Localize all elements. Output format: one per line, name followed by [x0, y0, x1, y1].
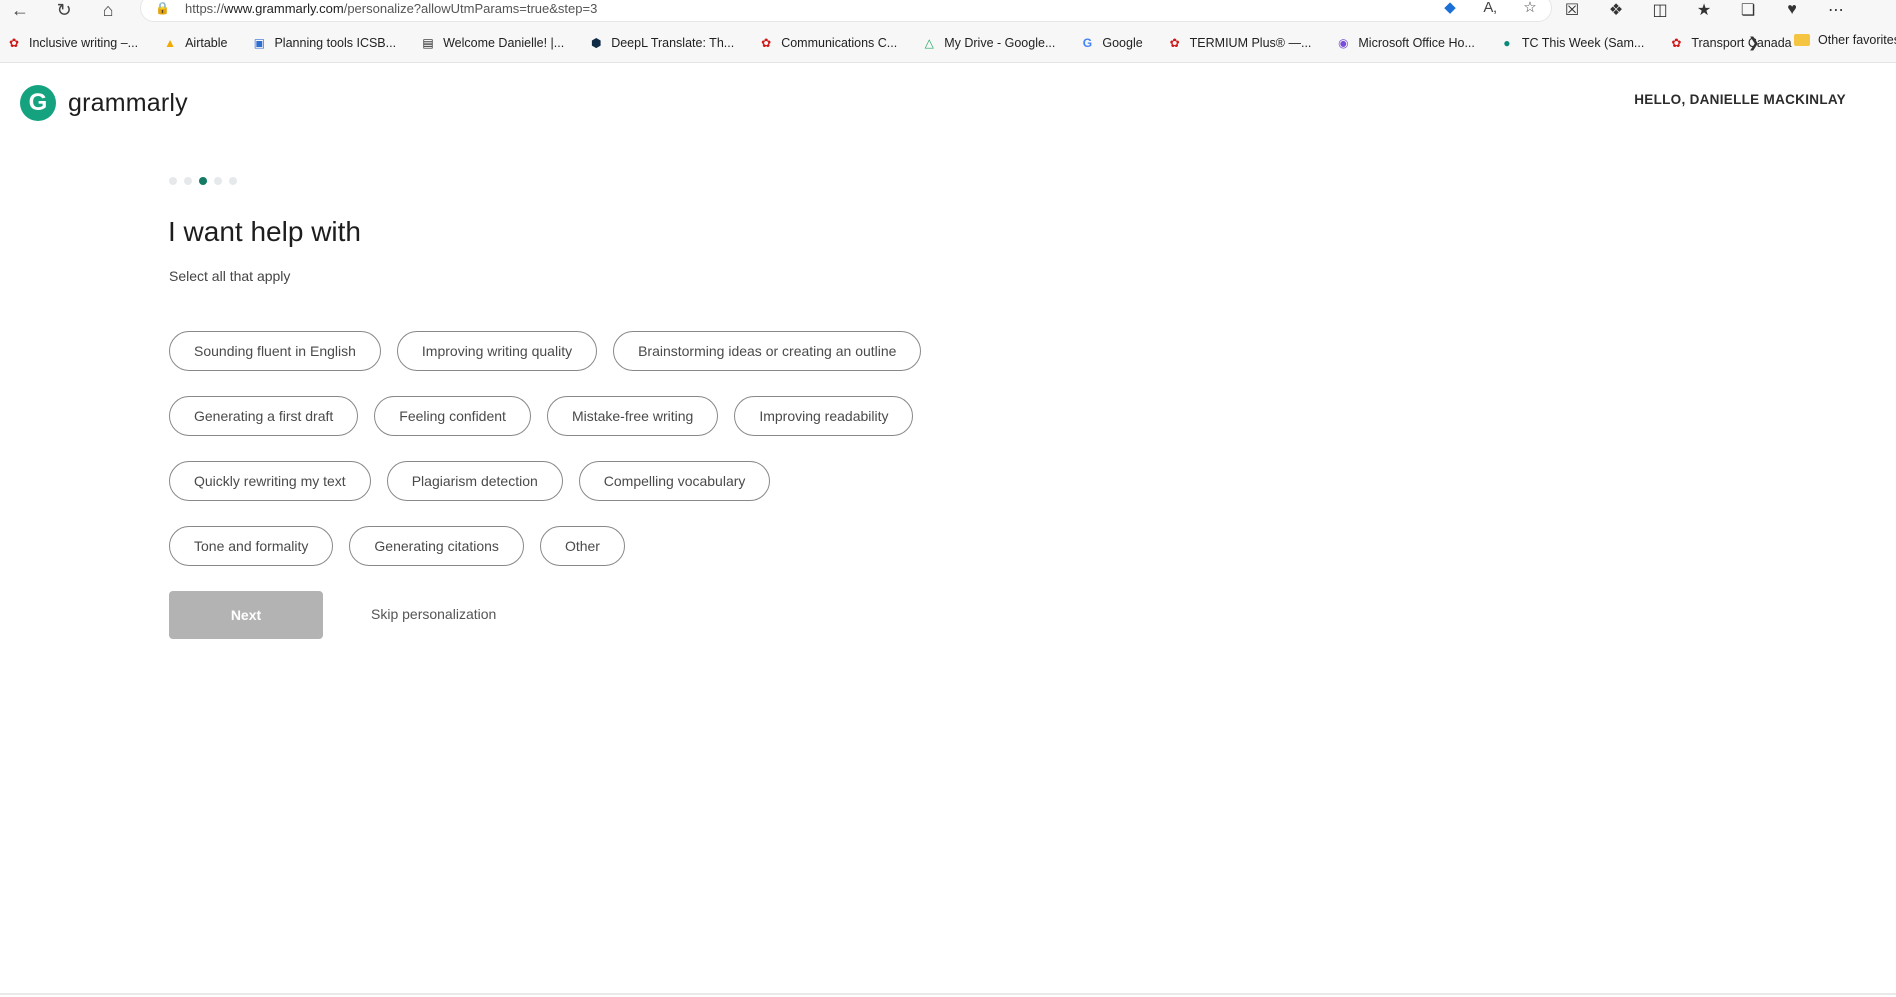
extension-x-icon[interactable]: ☒ — [1560, 0, 1584, 20]
options-row: Tone and formality Generating citations … — [169, 526, 969, 566]
sharepoint-icon: ● — [1503, 36, 1511, 50]
logo-text: grammarly — [68, 88, 188, 117]
bookmark-item[interactable]: ▤ Welcome Danielle! |... — [420, 35, 564, 51]
step-dot-current — [199, 177, 207, 185]
next-button[interactable]: Next — [169, 591, 323, 639]
option-chip[interactable]: Generating a first draft — [169, 396, 359, 436]
folder-icon — [1794, 34, 1810, 46]
lock-icon: 🔒 — [155, 1, 170, 15]
option-chip[interactable]: Mistake-free writing — [546, 396, 719, 436]
option-chip[interactable]: Feeling confident — [374, 396, 531, 436]
bookmark-item[interactable]: △ My Drive - Google... — [921, 35, 1056, 51]
grammarly-logo[interactable]: G grammarly — [20, 85, 188, 121]
bookmark-item[interactable]: ▲ Airtable — [162, 35, 227, 51]
bookmark-item[interactable]: ▣ Planning tools ICSB... — [251, 35, 396, 51]
tag-icon[interactable]: ◆ — [1439, 0, 1461, 17]
trello-icon: ▤ — [422, 36, 434, 50]
bookmark-item[interactable]: G Google — [1079, 35, 1143, 51]
option-chip[interactable]: Improving readability — [734, 396, 914, 436]
step-indicator — [169, 177, 237, 185]
back-arrow-icon[interactable]: ← — [8, 0, 32, 20]
read-aloud-icon[interactable]: A‚ — [1479, 0, 1501, 17]
options-row: Generating a first draft Feeling confide… — [169, 396, 969, 436]
bookmark-item[interactable]: ✿ Communications C... — [758, 35, 897, 51]
bookmark-item[interactable]: ✿ Inclusive writing –... — [6, 35, 138, 51]
step-dot — [214, 177, 222, 185]
url-text[interactable]: https://www.grammarly.com/personalize?al… — [185, 1, 597, 16]
airtable-icon: ▲ — [164, 36, 177, 50]
browser-essentials-icon[interactable]: ♥ — [1780, 0, 1804, 20]
app-icon: ▣ — [253, 36, 266, 50]
bottom-divider — [0, 993, 1896, 995]
step-dot — [169, 177, 177, 185]
page-subtitle: Select all that apply — [169, 268, 291, 284]
google-icon: G — [1082, 36, 1093, 50]
maple-leaf-icon: ✿ — [761, 36, 772, 50]
favorites-list-icon[interactable]: ★ — [1692, 0, 1716, 20]
option-chip[interactable]: Generating citations — [349, 526, 524, 566]
google-drive-icon: △ — [924, 36, 934, 50]
other-favorites[interactable]: Other favorites — [1794, 33, 1896, 47]
browser-nav-row: ← ↻ ⌂ 🔒 https://www.grammarly.com/person… — [0, 0, 1896, 22]
option-chip[interactable]: Brainstorming ideas or creating an outli… — [613, 331, 922, 371]
favorite-star-icon[interactable]: ☆ — [1519, 0, 1541, 17]
maple-leaf-icon: ✿ — [1169, 36, 1180, 50]
bookmark-item[interactable]: ◉ Microsoft Office Ho... — [1335, 35, 1475, 51]
address-bar[interactable]: 🔒 https://www.grammarly.com/personalize?… — [140, 0, 1552, 22]
option-chip[interactable]: Tone and formality — [169, 526, 334, 566]
browser-chrome: ← ↻ ⌂ 🔒 https://www.grammarly.com/person… — [0, 0, 1896, 63]
split-screen-icon[interactable]: ◫ — [1648, 0, 1672, 20]
option-chip[interactable]: Sounding fluent in English — [169, 331, 381, 371]
options-row: Sounding fluent in English Improving wri… — [169, 331, 969, 371]
option-chip[interactable]: Compelling vocabulary — [578, 461, 771, 501]
step-dot — [184, 177, 192, 185]
bookmarks-bar: ✿ Inclusive writing –... ▲ Airtable ▣ Plann… — [0, 32, 1896, 54]
home-icon[interactable]: ⌂ — [96, 0, 120, 20]
bookmark-item[interactable]: ● TC This Week (Sam... — [1499, 35, 1644, 51]
options-row: Quickly rewriting my text Plagiarism det… — [169, 461, 969, 501]
chevron-right-icon[interactable]: ❯ — [1748, 34, 1760, 51]
user-greeting[interactable]: HELLO, DANIELLE MACKINLAY — [1634, 92, 1846, 107]
deepl-icon: ⬢ — [590, 36, 602, 50]
option-chip[interactable]: Other — [539, 526, 625, 566]
option-chip[interactable]: Quickly rewriting my text — [169, 461, 371, 501]
maple-leaf-icon: ✿ — [8, 36, 20, 50]
extensions-puzzle-icon[interactable]: ❖ — [1604, 0, 1628, 20]
option-chip[interactable]: Plagiarism detection — [386, 461, 563, 501]
office-icon: ◉ — [1338, 36, 1349, 50]
skip-personalization-link[interactable]: Skip personalization — [371, 606, 496, 622]
bookmark-item[interactable]: ⬢ DeepL Translate: Th... — [588, 35, 734, 51]
grammarly-g-icon: G — [20, 85, 56, 121]
collections-icon[interactable]: ❏ — [1736, 0, 1760, 20]
maple-leaf-icon: ✿ — [1671, 36, 1682, 50]
bookmark-item[interactable]: ✿ TERMIUM Plus® —... — [1167, 35, 1312, 51]
page-title: I want help with — [168, 216, 361, 247]
refresh-icon[interactable]: ↻ — [52, 0, 76, 20]
more-options-icon[interactable]: ⋯ — [1824, 0, 1848, 20]
help-options: Sounding fluent in English Improving wri… — [169, 331, 969, 591]
step-dot — [229, 177, 237, 185]
bookmark-item[interactable]: ✿ Transport Canada — [1668, 35, 1791, 51]
option-chip[interactable]: Improving writing quality — [396, 331, 598, 371]
